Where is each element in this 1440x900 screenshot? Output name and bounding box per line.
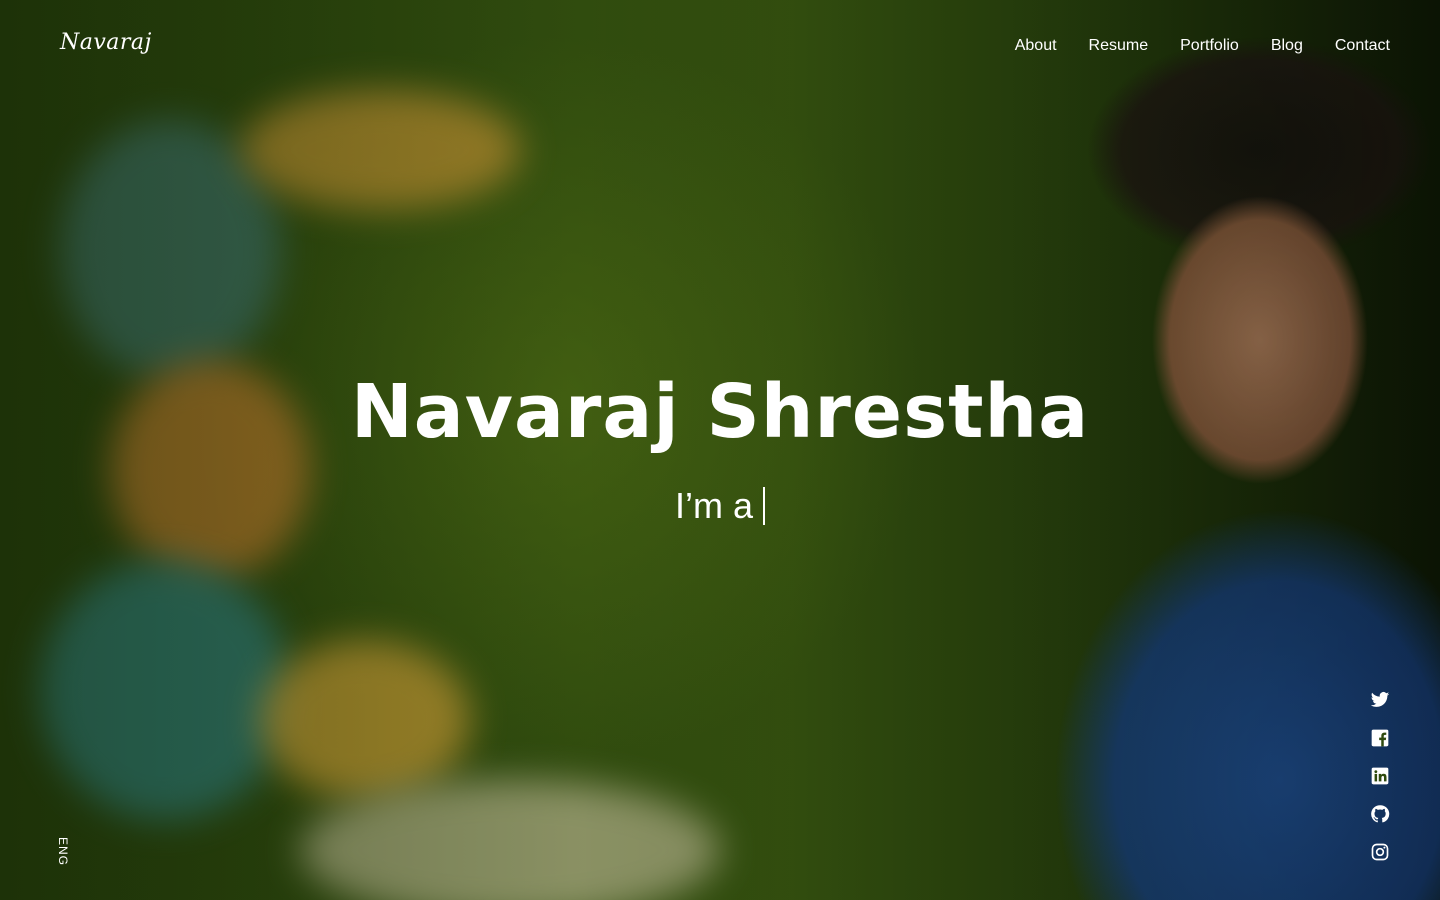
tagline-text: I’m a: [674, 484, 753, 526]
linkedin-icon[interactable]: [1370, 766, 1390, 786]
main-nav: About Resume Portfolio Blog Contact: [1015, 37, 1390, 55]
github-icon[interactable]: [1370, 804, 1390, 824]
facebook-icon[interactable]: [1370, 728, 1390, 748]
instagram-icon[interactable]: [1370, 842, 1390, 862]
social-links: [1370, 690, 1390, 862]
language-switch[interactable]: ENG: [56, 837, 70, 866]
hero-name: Navaraj Shrestha: [350, 369, 1090, 455]
nav-contact[interactable]: Contact: [1335, 37, 1390, 55]
hero-tagline: I’m a: [675, 485, 765, 527]
nav-blog[interactable]: Blog: [1271, 37, 1303, 55]
hero: Navaraj Shrestha I’m a: [0, 368, 1440, 527]
nav-portfolio[interactable]: Portfolio: [1180, 37, 1239, 55]
nav-resume[interactable]: Resume: [1089, 37, 1149, 55]
nav-about[interactable]: About: [1015, 37, 1057, 55]
twitter-icon[interactable]: [1370, 690, 1390, 710]
site-logo[interactable]: Navaraj: [60, 30, 152, 55]
typing-cursor: [763, 486, 765, 525]
